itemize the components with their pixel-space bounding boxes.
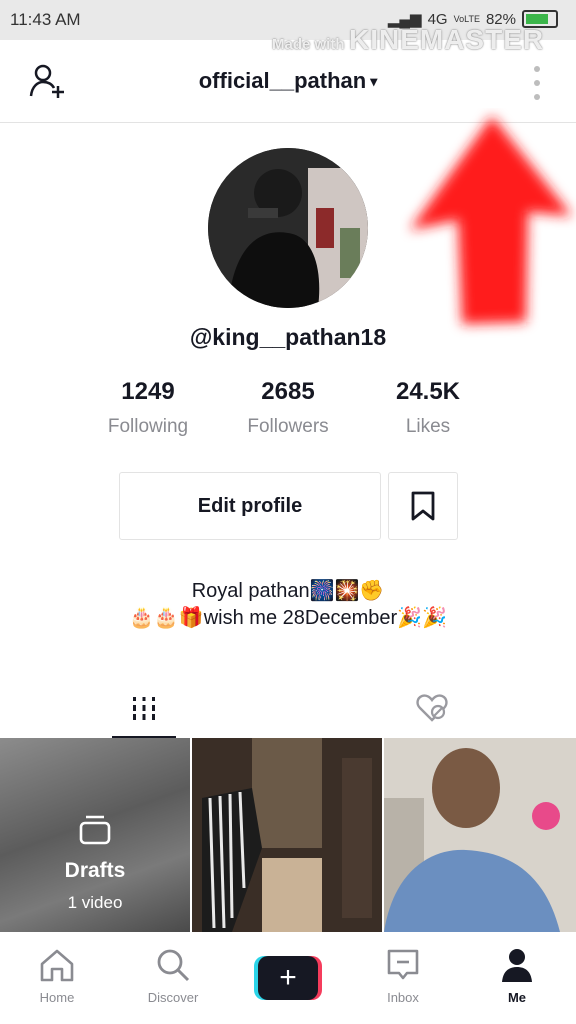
drafts-tile[interactable]: Drafts 1 video (0, 738, 190, 932)
tab-liked[interactable] (400, 680, 464, 736)
drafts-count: 1 video (67, 893, 123, 912)
likes-label: Likes (405, 416, 451, 437)
home-icon (40, 949, 74, 982)
video-grid: Drafts 1 video (0, 738, 576, 932)
create-video-button[interactable]: + (254, 956, 322, 1000)
drafts-overlay: Drafts 1 video (0, 814, 190, 913)
bookmark-icon (411, 491, 435, 521)
nav-me-label: Me (507, 990, 527, 1005)
profile-handle: @king__pathan18 (189, 324, 387, 350)
profile-icon (502, 949, 532, 982)
favorites-button[interactable] (388, 472, 458, 540)
account-username: official__pathan (198, 68, 367, 93)
video-thumbnail-image (384, 738, 576, 932)
avatar-photo (208, 148, 368, 308)
video-thumbnail[interactable] (384, 738, 576, 932)
profile-stats: 1249 Following 2685 Followers 24.5K Like… (78, 378, 498, 438)
chevron-down-icon: ▾ (370, 73, 378, 89)
following-label: Following (107, 416, 189, 437)
plus-icon: + (258, 956, 318, 1000)
search-icon (157, 949, 190, 982)
likes-count: 24.5K (395, 378, 461, 405)
followers-count: 2685 (261, 378, 315, 405)
bio-line: Royal pathan🎆🎇✊ (191, 580, 385, 602)
tab-videos[interactable] (112, 680, 176, 739)
content-tabs (0, 680, 576, 739)
nav-me[interactable]: Me (472, 946, 562, 1005)
more-dot-icon (534, 80, 540, 86)
following-count: 1249 (121, 378, 175, 405)
drafts-title: Drafts (64, 859, 126, 882)
stat-followers[interactable]: 2685 Followers (218, 378, 358, 438)
volte-label: VoLTE (453, 14, 480, 24)
nav-discover[interactable]: Discover (128, 946, 218, 1005)
drafts-icon (79, 815, 111, 845)
account-switcher[interactable]: official__pathan ▾ (0, 68, 576, 94)
stat-likes[interactable]: 24.5K Likes (358, 378, 498, 438)
nav-home[interactable]: Home (12, 946, 102, 1005)
followers-label: Followers (247, 416, 329, 437)
more-dot-icon (534, 94, 540, 100)
video-thumbnail[interactable] (192, 738, 382, 932)
more-options-button[interactable] (534, 66, 542, 100)
grid-icon (133, 697, 155, 720)
stat-following[interactable]: 1249 Following (78, 378, 218, 438)
video-thumbnail-image (192, 738, 382, 932)
status-time: 11:43 AM (10, 10, 81, 29)
nav-home-label: Home (39, 990, 75, 1005)
nav-discover-label: Discover (147, 990, 199, 1005)
avatar[interactable] (208, 148, 368, 308)
bottom-navigation: Home Discover + Inbox Me (0, 932, 576, 1024)
liked-heart-hidden-icon (416, 694, 448, 722)
inbox-icon (387, 949, 419, 980)
more-dot-icon (534, 66, 540, 72)
bio-line: 🎂🎂🎁wish me 28December🎉🎉 (129, 607, 447, 629)
edit-profile-button[interactable]: Edit profile (119, 472, 381, 540)
red-arrow-annotation (410, 116, 572, 324)
profile-bio: Royal pathan🎆🎇✊ 🎂🎂🎁wish me 28December🎉🎉 (0, 578, 576, 632)
nav-inbox-label: Inbox (387, 990, 419, 1005)
nav-inbox[interactable]: Inbox (358, 946, 448, 1005)
